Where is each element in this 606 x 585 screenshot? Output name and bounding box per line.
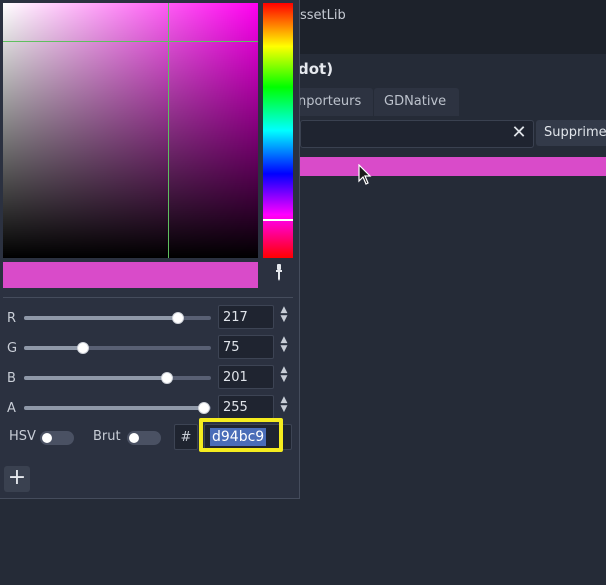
spinbox-a[interactable]: 255 — [218, 395, 274, 419]
channel-label-g: G — [7, 341, 18, 356]
tab-gdnative[interactable]: GDNative — [374, 88, 459, 116]
channel-label-b: B — [7, 371, 16, 386]
spinbox-b[interactable]: 201 — [218, 365, 274, 389]
hex-highlight-box — [199, 418, 283, 452]
slider-g[interactable] — [24, 346, 211, 350]
sv-crosshair-horizontal — [3, 41, 258, 42]
raw-toggle[interactable] — [127, 431, 161, 445]
tab-importers[interactable]: nporteurs — [288, 88, 373, 116]
slider-g-knob[interactable] — [77, 342, 89, 354]
slider-a-knob[interactable] — [198, 402, 210, 414]
spin-arrows-icon[interactable]: ▲ ▼ — [278, 366, 290, 388]
selected-color-row[interactable] — [300, 157, 606, 176]
slider-b[interactable] — [24, 376, 211, 380]
slider-r-knob[interactable] — [172, 312, 184, 324]
spinbox-r[interactable]: 217 — [218, 305, 274, 329]
channel-label-a: A — [7, 401, 16, 416]
hsv-toggle[interactable] — [40, 431, 74, 445]
add-preset-button[interactable]: + — [4, 466, 30, 492]
mouse-cursor-icon — [358, 164, 372, 185]
assetlib-tab[interactable]: ssetLib — [300, 8, 346, 23]
spin-arrows-icon[interactable]: ▲ ▼ — [278, 306, 290, 328]
eyedropper-icon[interactable] — [270, 264, 288, 286]
slider-b-knob[interactable] — [161, 372, 173, 384]
slider-a[interactable] — [24, 406, 211, 410]
delete-button[interactable]: Supprime — [536, 120, 606, 146]
color-preview-swatch — [3, 262, 258, 288]
channel-label-r: R — [7, 311, 17, 326]
separator — [3, 297, 293, 298]
raw-label: Brut — [93, 429, 121, 444]
hex-hash-label: # — [174, 424, 198, 450]
spin-arrows-icon[interactable]: ▲ ▼ — [278, 336, 290, 358]
spinbox-g[interactable]: 75 — [218, 335, 274, 359]
close-icon[interactable]: ✕ — [508, 122, 530, 144]
filter-input[interactable] — [300, 120, 534, 148]
sv-crosshair-vertical — [168, 3, 169, 258]
hsv-label: HSV — [9, 429, 36, 444]
spin-arrows-icon[interactable]: ▲ ▼ — [278, 396, 290, 418]
hue-marker[interactable] — [263, 219, 293, 221]
dialog-title: dot) — [298, 60, 334, 78]
